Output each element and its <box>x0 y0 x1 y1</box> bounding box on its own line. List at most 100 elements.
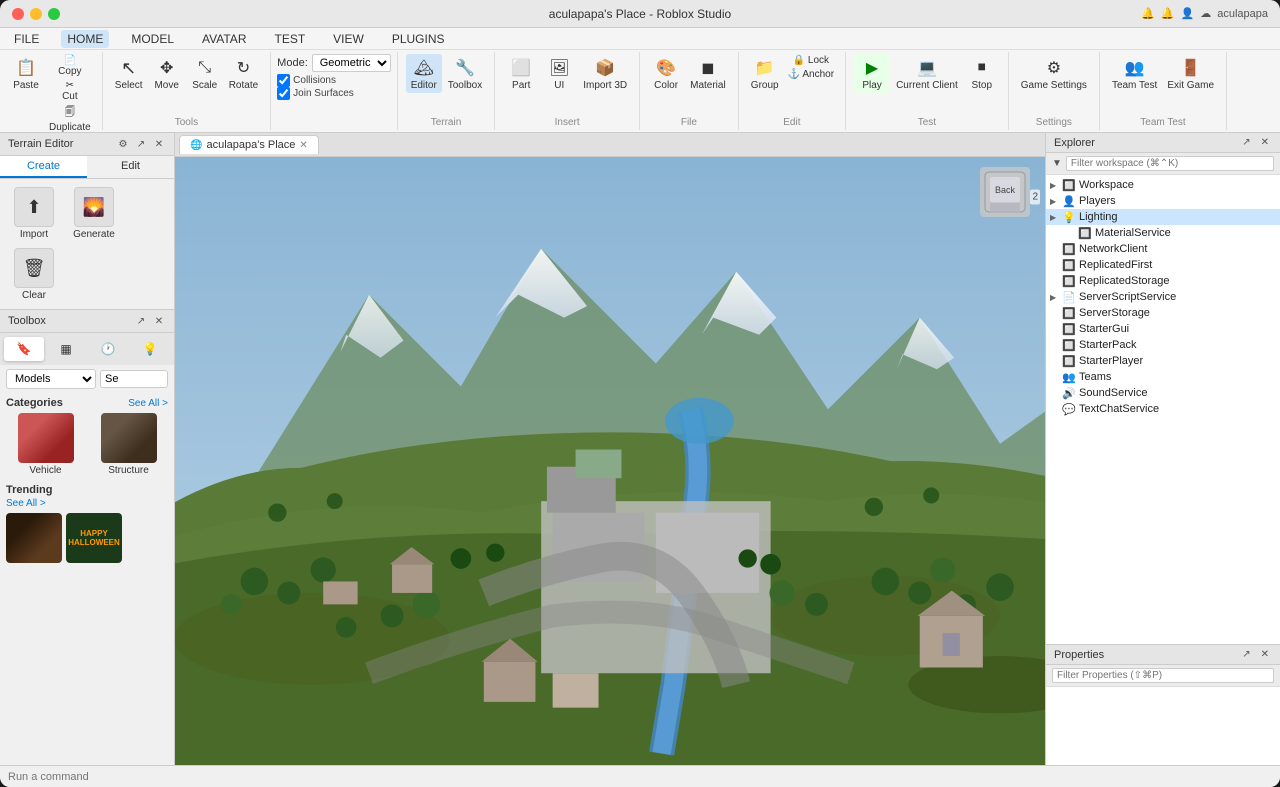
material-service-icon: 🔲 <box>1078 226 1092 240</box>
group-icon: 📁 <box>753 56 777 80</box>
minimize-button[interactable] <box>30 8 42 20</box>
tab-create[interactable]: Create <box>0 156 87 178</box>
ribbon-group-test: ▶ Play 💻 Current Client ⏹ Stop Test <box>846 52 1009 130</box>
menu-file[interactable]: FILE <box>8 30 45 48</box>
material-button[interactable]: ◼ Material <box>686 54 730 93</box>
tree-text-chat-service[interactable]: 💬 TextChatService <box>1046 401 1280 417</box>
tree-server-storage[interactable]: 🔲 ServerStorage <box>1046 305 1280 321</box>
alert-icon[interactable]: 🔔 <box>1161 7 1175 20</box>
tree-lighting[interactable]: ▶ 💡 Lighting <box>1046 209 1280 225</box>
tree-workspace[interactable]: ▶ 🔲 Workspace <box>1046 177 1280 193</box>
categories-see-all[interactable]: See All > <box>128 398 168 409</box>
toolbox-search-input[interactable] <box>100 370 168 388</box>
scale-button[interactable]: ⤡ Scale <box>187 54 223 93</box>
trending-item-1[interactable] <box>6 513 62 563</box>
doc-tab-place[interactable]: 🌐 aculapapa's Place ✕ <box>179 135 319 154</box>
menu-view[interactable]: VIEW <box>327 30 370 48</box>
ui-button[interactable]: 🖼 UI <box>541 54 577 93</box>
toolbox-terrain-button[interactable]: 🔧 Toolbox <box>444 54 486 93</box>
terrain-settings-icon[interactable]: ⚙ <box>116 137 130 151</box>
team-test-icon: 👥 <box>1123 56 1147 80</box>
toolbox-filter-select[interactable]: Models Images Meshes Audio Plugins <box>6 369 96 389</box>
generate-tool[interactable]: 🌄 Generate <box>68 187 120 240</box>
exit-game-button[interactable]: 🚪 Exit Game <box>1163 54 1218 93</box>
trending-item-2[interactable]: HAPPYHALLOWEEN <box>66 513 122 563</box>
menu-avatar[interactable]: AVATAR <box>196 30 252 48</box>
toolbox-tab-bookmark[interactable]: 🔖 <box>4 337 44 361</box>
game-settings-button[interactable]: ⚙ Game Settings <box>1017 54 1091 93</box>
duplicate-button[interactable]: 🗐 Duplicate <box>46 104 94 134</box>
maximize-button[interactable] <box>48 8 60 20</box>
rotate-button[interactable]: ↻ Rotate <box>225 54 262 93</box>
current-client-label: Current Client <box>896 80 958 91</box>
tree-replicated-first[interactable]: 🔲 ReplicatedFirst <box>1046 257 1280 273</box>
toolbox-header-actions: ↗ ✕ <box>134 314 166 328</box>
navigation-cube[interactable]: Back 2 <box>975 167 1035 227</box>
trending-see-all[interactable]: See All > <box>6 498 168 509</box>
explorer-filter-input[interactable] <box>1066 156 1274 171</box>
place-tab-close[interactable]: ✕ <box>299 140 307 151</box>
properties-expand-icon[interactable]: ↗ <box>1239 648 1253 661</box>
collisions-checkbox[interactable] <box>277 74 290 87</box>
toolbox-tab-grid[interactable]: ▦ <box>46 337 86 361</box>
terrain-float-icon[interactable]: ↗ <box>134 137 148 151</box>
clear-tool[interactable]: 🗑 Clear <box>8 248 60 301</box>
close-button[interactable] <box>12 8 24 20</box>
join-surfaces-checkbox[interactable] <box>277 87 290 100</box>
toolbox-tab-recent[interactable]: 🕐 <box>88 337 128 361</box>
menu-plugins[interactable]: PLUGINS <box>386 30 451 48</box>
editor-button[interactable]: 🏔 Editor <box>406 54 442 93</box>
cut-button[interactable]: ✂ Cut <box>46 79 94 103</box>
tree-starter-pack[interactable]: 🔲 StarterPack <box>1046 337 1280 353</box>
menu-model[interactable]: MODEL <box>125 30 180 48</box>
explorer-expand-icon[interactable]: ↗ <box>1239 136 1253 149</box>
import3d-button[interactable]: 📦 Import 3D <box>579 54 631 93</box>
copy-button[interactable]: 📄 Copy <box>46 54 94 78</box>
tree-starter-player[interactable]: 🔲 StarterPlayer <box>1046 353 1280 369</box>
terrain-close-icon[interactable]: ✕ <box>152 137 166 151</box>
tree-players[interactable]: ▶ 👤 Players <box>1046 193 1280 209</box>
category-vehicle[interactable]: Vehicle <box>6 413 85 476</box>
properties-close-icon[interactable]: ✕ <box>1258 648 1272 661</box>
menu-home[interactable]: HOME <box>61 30 109 48</box>
move-button[interactable]: ✥ Move <box>149 54 185 93</box>
group-button[interactable]: 📁 Group <box>747 54 783 93</box>
anchor-button[interactable]: ⚓ Anchor <box>785 68 837 81</box>
mode-select[interactable]: Geometric <box>312 54 391 72</box>
tree-teams[interactable]: 👥 Teams <box>1046 369 1280 385</box>
properties-filter-input[interactable] <box>1052 668 1274 683</box>
command-input[interactable] <box>8 771 1272 783</box>
notification-icon[interactable]: 🔔 <box>1141 7 1155 20</box>
team-test-button[interactable]: 👥 Team Test <box>1108 54 1161 93</box>
import-tool[interactable]: ⬆ Import <box>8 187 60 240</box>
tree-material-service[interactable]: 🔲 MaterialService <box>1046 225 1280 241</box>
play-button[interactable]: ▶ Play <box>854 54 890 93</box>
tree-starter-gui[interactable]: 🔲 StarterGui <box>1046 321 1280 337</box>
toolbox-close-icon[interactable]: ✕ <box>152 314 166 328</box>
material-service-label: MaterialService <box>1095 227 1171 239</box>
lighting-arrow: ▶ <box>1050 213 1062 222</box>
menu-test[interactable]: TEST <box>268 30 311 48</box>
text-chat-service-icon: 💬 <box>1062 402 1076 416</box>
paste-button[interactable]: 📋 Paste <box>8 54 44 93</box>
tab-edit[interactable]: Edit <box>87 156 174 178</box>
toolbox-float-icon[interactable]: ↗ <box>134 314 148 328</box>
color-button[interactable]: 🎨 Color <box>648 54 684 93</box>
current-client-button[interactable]: 💻 Current Client <box>892 54 962 93</box>
avatar-icon[interactable]: 👤 <box>1181 7 1195 20</box>
explorer-close-icon[interactable]: ✕ <box>1258 136 1272 149</box>
structure-label: Structure <box>108 465 149 476</box>
tree-replicated-storage[interactable]: 🔲 ReplicatedStorage <box>1046 273 1280 289</box>
viewport[interactable]: Back 2 <box>175 157 1045 765</box>
tree-server-script-service[interactable]: ▶ 📄 ServerScriptService <box>1046 289 1280 305</box>
lock-button[interactable]: 🔒 Lock <box>785 54 837 67</box>
select-button[interactable]: ↖ Select <box>111 54 147 93</box>
stop-button[interactable]: ⏹ Stop <box>964 54 1000 93</box>
tree-sound-service[interactable]: 🔊 SoundService <box>1046 385 1280 401</box>
toolbox-categories-grid: Vehicle Structure <box>6 413 168 476</box>
explorer-header-actions: ↗ ✕ <box>1239 136 1272 149</box>
tree-network-client[interactable]: 🔲 NetworkClient <box>1046 241 1280 257</box>
category-structure[interactable]: Structure <box>89 413 168 476</box>
part-button[interactable]: ⬜ Part <box>503 54 539 93</box>
toolbox-tab-creative[interactable]: 💡 <box>130 337 170 361</box>
